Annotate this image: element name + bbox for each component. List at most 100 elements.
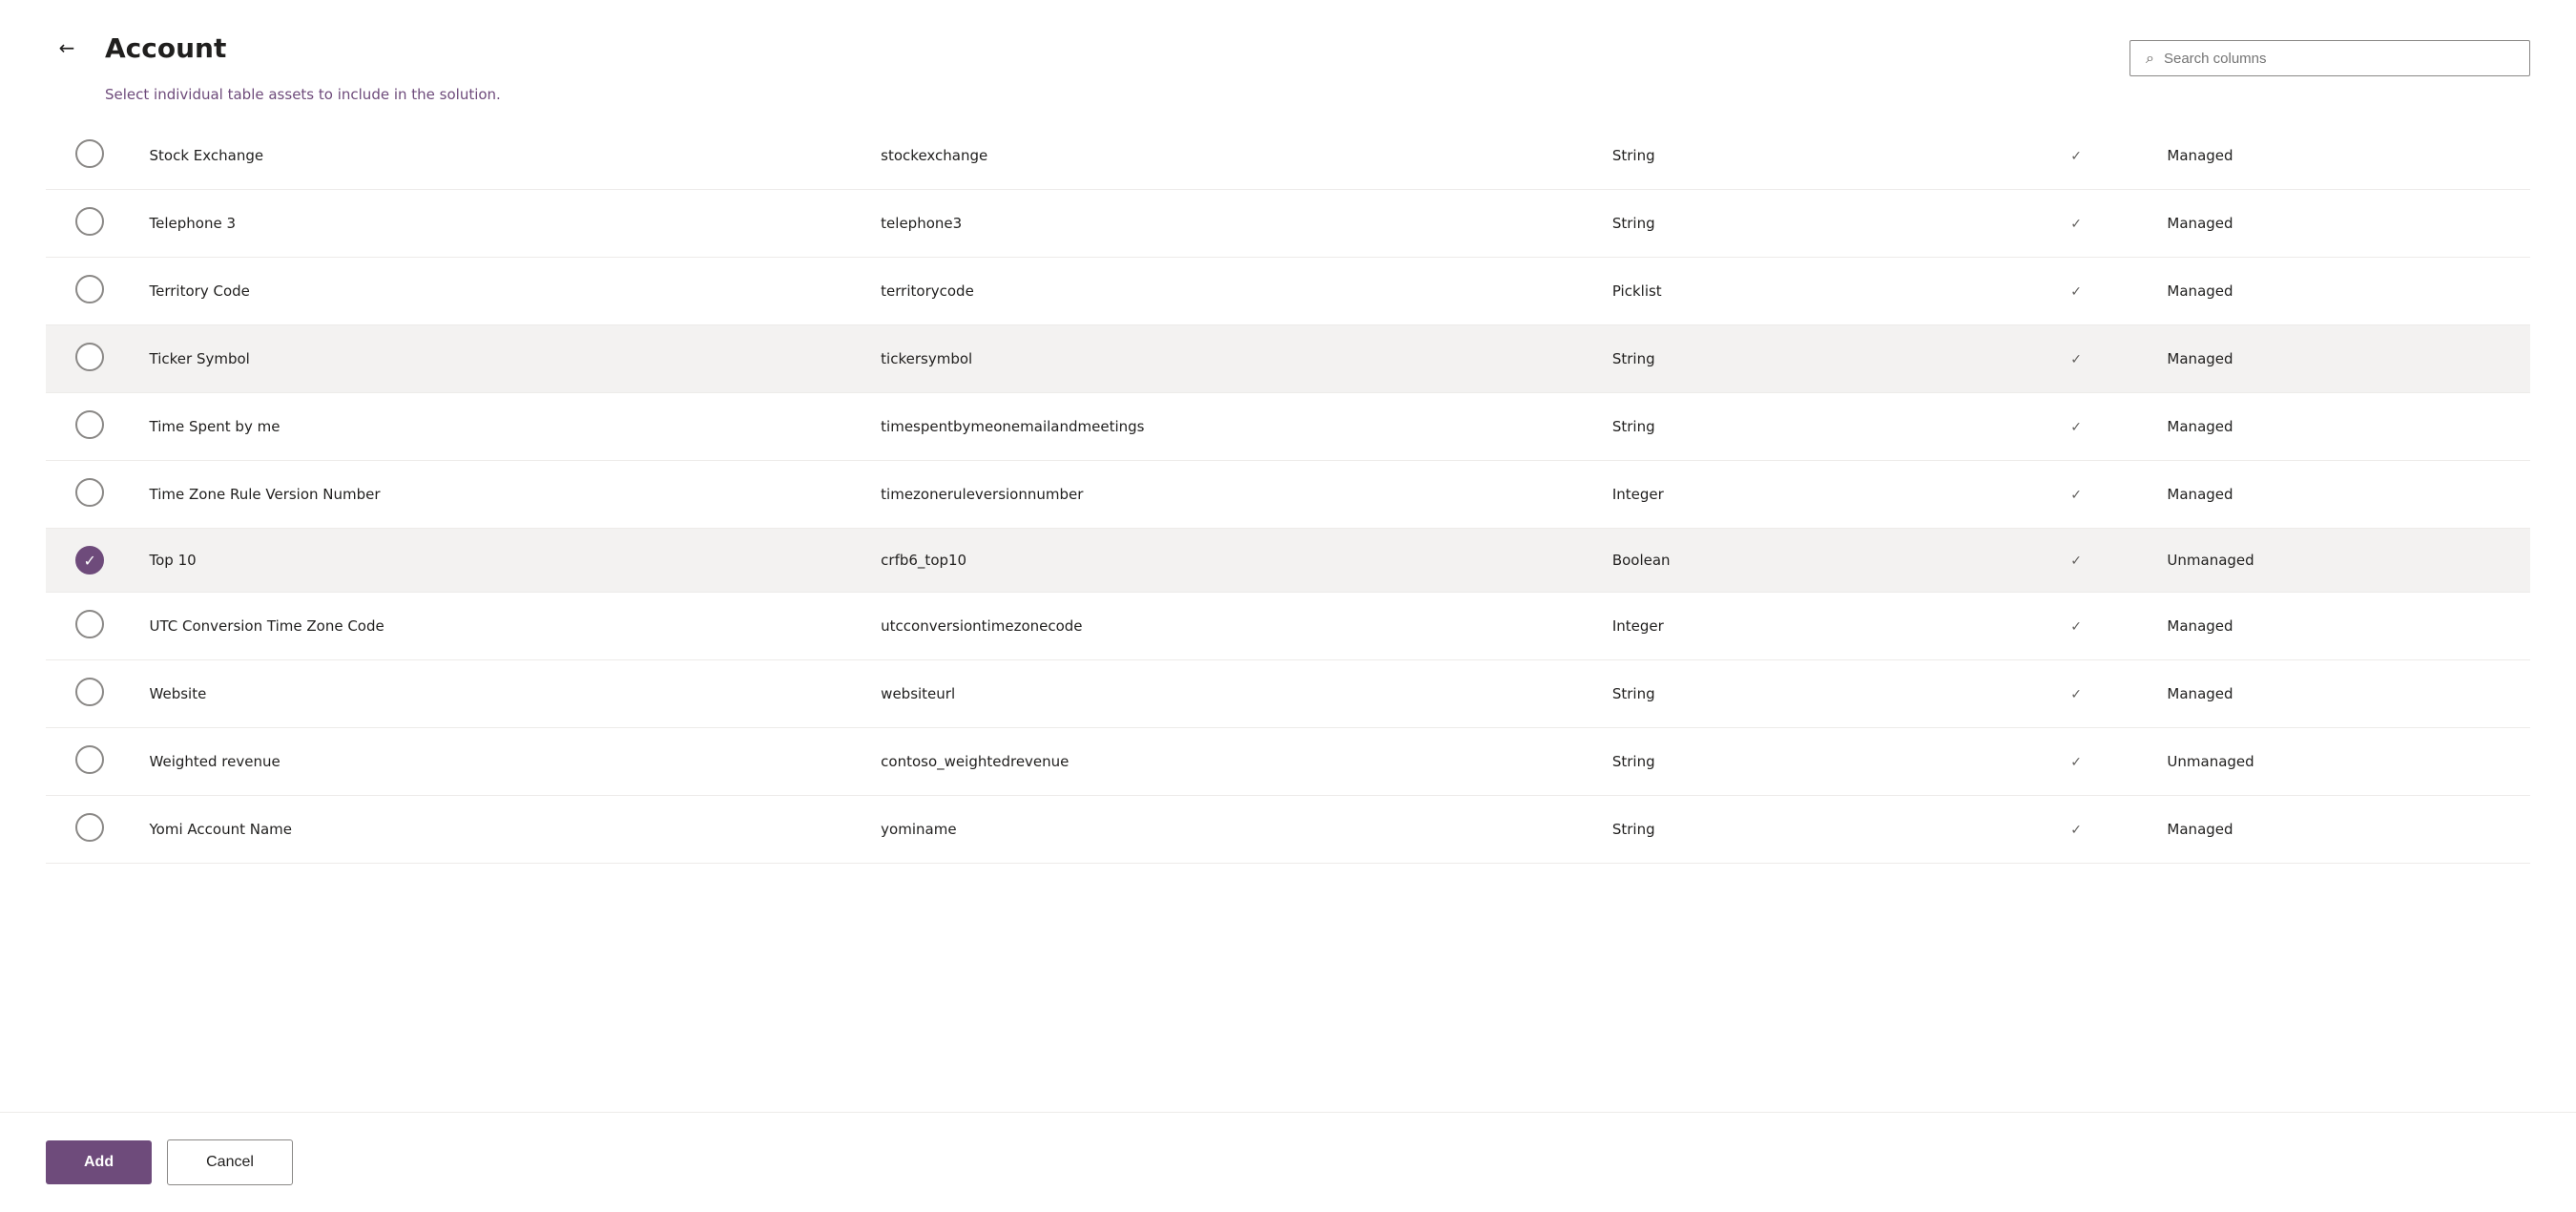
row-checkmark: ✓ bbox=[2001, 393, 2152, 461]
table-row[interactable]: WebsitewebsiteurlString ✓ Managed bbox=[46, 660, 2530, 728]
row-checkmark: ✓ bbox=[2001, 122, 2152, 190]
row-checkbox-cell bbox=[46, 796, 135, 864]
row-logical-name: timespentbymeonemailandmeetings bbox=[865, 393, 1597, 461]
dialog-footer: Add Cancel bbox=[0, 1112, 2576, 1212]
row-checkmark: ✓ bbox=[2001, 660, 2152, 728]
row-checkmark: ✓ bbox=[2001, 796, 2152, 864]
checkmark-icon: ✓ bbox=[2070, 488, 2082, 503]
row-logical-name: tickersymbol bbox=[865, 325, 1597, 393]
row-name: Top 10 bbox=[135, 529, 866, 593]
row-managed-status: Unmanaged bbox=[2151, 728, 2530, 796]
row-managed-status: Managed bbox=[2151, 593, 2530, 660]
subtitle-highlight: individual table assets bbox=[154, 86, 314, 103]
row-type: String bbox=[1597, 728, 2001, 796]
row-checkbox-cell bbox=[46, 122, 135, 190]
checkmark-icon: ✓ bbox=[2070, 619, 2082, 635]
data-table: Stock ExchangestockexchangeString✓Manage… bbox=[46, 122, 2530, 864]
table-row[interactable]: Weighted revenuecontoso_weightedrevenueS… bbox=[46, 728, 2530, 796]
row-type: String bbox=[1597, 190, 2001, 258]
row-checkbox-cell bbox=[46, 728, 135, 796]
subtitle-prefix: Select bbox=[105, 86, 154, 103]
subtitle-suffix: to include in the solution. bbox=[314, 86, 501, 103]
table-row[interactable]: ✓ Top 10crfb6_top10Boolean ✓ Unmanaged bbox=[46, 529, 2530, 593]
row-checkbox[interactable] bbox=[75, 678, 104, 706]
row-type: String bbox=[1597, 796, 2001, 864]
table-container: Stock ExchangestockexchangeString✓Manage… bbox=[0, 103, 2576, 1112]
search-icon: ⌕ bbox=[2146, 49, 2154, 68]
checkmark-icon: ✓ bbox=[2070, 149, 2082, 164]
table-row[interactable]: Stock ExchangestockexchangeString ✓ Manage… bbox=[46, 122, 2530, 190]
search-input[interactable] bbox=[2164, 51, 2514, 67]
table-row[interactable]: Time Zone Rule Version Numbertimezonerul… bbox=[46, 461, 2530, 529]
row-name: UTC Conversion Time Zone Code bbox=[135, 593, 866, 660]
search-bar-row: ⌕ bbox=[0, 40, 2576, 76]
row-name: Website bbox=[135, 660, 866, 728]
row-managed-status: Managed bbox=[2151, 325, 2530, 393]
row-name: Territory Code bbox=[135, 258, 866, 325]
table-row[interactable]: Territory CodeterritorycodePicklist✓Mana… bbox=[46, 258, 2530, 325]
row-type: Boolean bbox=[1597, 529, 2001, 593]
add-button[interactable]: Add bbox=[46, 1140, 152, 1184]
table-row[interactable]: Ticker SymboltickersymbolString✓Managed bbox=[46, 325, 2530, 393]
row-type: String bbox=[1597, 122, 2001, 190]
row-checkbox[interactable]: ✓ bbox=[75, 546, 104, 575]
row-logical-name: utcconversiontimezonecode bbox=[865, 593, 1597, 660]
row-type: String bbox=[1597, 393, 2001, 461]
row-managed-status: Managed bbox=[2151, 393, 2530, 461]
row-logical-name: telephone3 bbox=[865, 190, 1597, 258]
table-row[interactable]: Telephone 3telephone3String✓Managed bbox=[46, 190, 2530, 258]
search-input-wrapper: ⌕ bbox=[2129, 40, 2530, 76]
checkmark-icon: ✓ bbox=[2070, 352, 2082, 367]
row-managed-status: Managed bbox=[2151, 660, 2530, 728]
checkmark-icon: ✓ bbox=[2070, 823, 2082, 838]
row-checkmark: ✓ bbox=[2001, 728, 2152, 796]
row-checkmark: ✓ bbox=[2001, 258, 2152, 325]
row-checkmark: ✓ bbox=[2001, 529, 2152, 593]
dialog: ← Account ✕ ⌕ Select individual table as… bbox=[0, 0, 2576, 1212]
row-checkbox-cell: ✓ bbox=[46, 529, 135, 593]
row-name: Ticker Symbol bbox=[135, 325, 866, 393]
row-logical-name: contoso_weightedrevenue bbox=[865, 728, 1597, 796]
checkmark-icon: ✓ bbox=[2070, 554, 2082, 569]
row-logical-name: territorycode bbox=[865, 258, 1597, 325]
row-checkmark: ✓ bbox=[2001, 325, 2152, 393]
row-logical-name: yominame bbox=[865, 796, 1597, 864]
row-checkbox-cell bbox=[46, 461, 135, 529]
table-row[interactable]: Yomi Account NameyominameString ✓ Managed bbox=[46, 796, 2530, 864]
row-name: Time Zone Rule Version Number bbox=[135, 461, 866, 529]
row-checkbox[interactable] bbox=[75, 275, 104, 303]
row-managed-status: Managed bbox=[2151, 258, 2530, 325]
row-checkbox[interactable] bbox=[75, 207, 104, 236]
dialog-subtitle: Select individual table assets to includ… bbox=[0, 76, 2576, 103]
row-checkbox[interactable] bbox=[75, 478, 104, 507]
cancel-button[interactable]: Cancel bbox=[167, 1139, 293, 1185]
row-managed-status: Managed bbox=[2151, 190, 2530, 258]
row-name: Yomi Account Name bbox=[135, 796, 866, 864]
row-logical-name: stockexchange bbox=[865, 122, 1597, 190]
row-managed-status: Managed bbox=[2151, 796, 2530, 864]
row-type: Picklist bbox=[1597, 258, 2001, 325]
row-checkbox[interactable] bbox=[75, 745, 104, 774]
row-name: Weighted revenue bbox=[135, 728, 866, 796]
row-checkbox-cell bbox=[46, 593, 135, 660]
row-checkbox[interactable] bbox=[75, 610, 104, 638]
table-row[interactable]: Time Spent by metimespentbymeonemailandm… bbox=[46, 393, 2530, 461]
row-checkbox[interactable] bbox=[75, 139, 104, 168]
row-checkbox[interactable] bbox=[75, 410, 104, 439]
row-checkmark: ✓ bbox=[2001, 593, 2152, 660]
checkmark-icon: ✓ bbox=[2070, 755, 2082, 770]
row-checkbox[interactable] bbox=[75, 343, 104, 371]
checkmark-icon: ✓ bbox=[2070, 687, 2082, 702]
row-checkbox[interactable] bbox=[75, 813, 104, 842]
row-managed-status: Managed bbox=[2151, 122, 2530, 190]
row-logical-name: websiteurl bbox=[865, 660, 1597, 728]
row-logical-name: crfb6_top10 bbox=[865, 529, 1597, 593]
table-row[interactable]: UTC Conversion Time Zone Codeutcconversi… bbox=[46, 593, 2530, 660]
row-managed-status: Unmanaged bbox=[2151, 529, 2530, 593]
row-name: Stock Exchange bbox=[135, 122, 866, 190]
row-checkbox-cell bbox=[46, 325, 135, 393]
checkmark-icon: ✓ bbox=[2070, 420, 2082, 435]
row-type: String bbox=[1597, 660, 2001, 728]
row-checkmark: ✓ bbox=[2001, 190, 2152, 258]
row-checkbox-cell bbox=[46, 190, 135, 258]
